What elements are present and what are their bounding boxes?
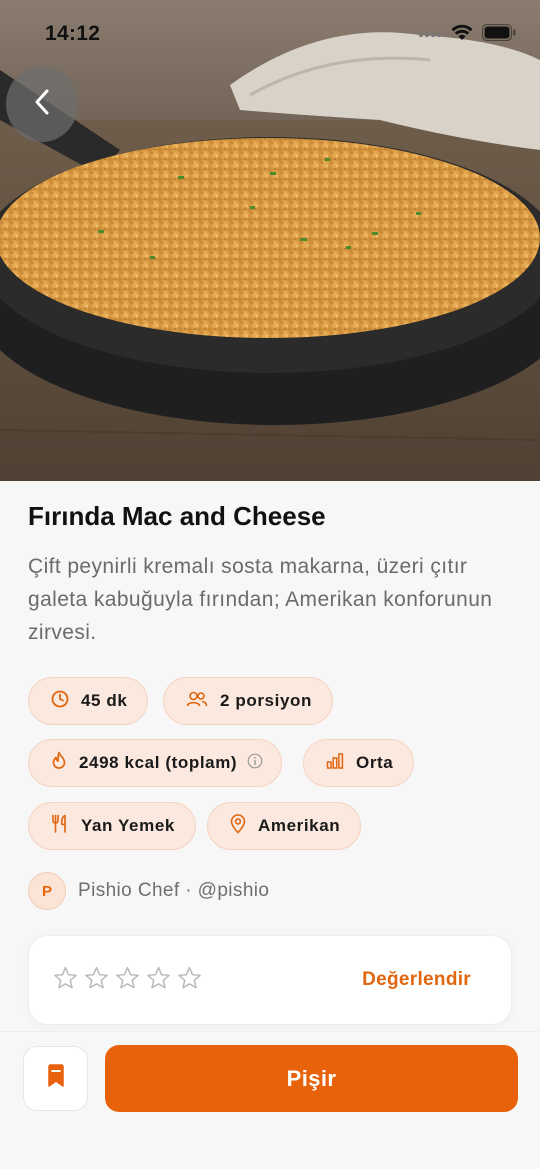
star-icon[interactable] [53, 966, 78, 995]
star-rating[interactable] [53, 966, 202, 995]
flame-icon [51, 751, 67, 775]
signal-icon [418, 26, 442, 44]
fork-knife-icon [51, 814, 69, 838]
chip-calories: 2498 kcal (toplam) [28, 739, 283, 787]
rate-button[interactable]: Değerlendir [362, 969, 471, 991]
recipe-detail-screen: 14:12 Fırında Mac and Cheese Çift peynir… [0, 0, 540, 1169]
author-name: Pishio Chef · @pishio [78, 880, 270, 901]
info-icon[interactable] [247, 753, 263, 774]
chip-difficulty-label: Orta [356, 753, 394, 772]
star-icon[interactable] [115, 966, 140, 995]
chip-time: 45 dk [28, 677, 149, 725]
bookmark-icon [47, 1064, 65, 1093]
star-icon[interactable] [177, 966, 202, 995]
star-icon[interactable] [84, 966, 109, 995]
chevron-left-icon [33, 88, 51, 121]
bar-chart-icon [326, 752, 344, 774]
status-bar: 14:12 [0, 0, 540, 68]
chip-category-label: Yan Yemek [81, 816, 175, 835]
chip-difficulty: Orta [303, 739, 415, 787]
mac-and-cheese-photo [0, 0, 540, 481]
chip-cuisine-label: Amerikan [258, 816, 341, 835]
back-button[interactable] [6, 66, 78, 142]
recipe-content: Fırında Mac and Cheese Çift peynirli kre… [0, 481, 540, 1031]
chip-time-label: 45 dk [81, 691, 128, 710]
status-icons [418, 23, 516, 46]
recipe-hero-image [0, 0, 540, 481]
chip-calories-label: 2498 kcal (toplam) [79, 753, 238, 772]
map-pin-icon [230, 813, 246, 839]
battery-icon [481, 23, 516, 46]
chip-cuisine: Amerikan [207, 802, 362, 850]
wifi-icon [451, 24, 473, 46]
avatar: P [28, 872, 66, 910]
author-row[interactable]: P Pishio Chef · @pishio [28, 872, 269, 910]
status-time: 14:12 [45, 22, 101, 45]
cook-button[interactable]: Pişir [105, 1045, 518, 1112]
bookmark-button[interactable] [23, 1046, 88, 1111]
users-icon [186, 691, 208, 712]
bottom-action-bar: Pişir [0, 1031, 540, 1169]
recipe-description: Çift peynirli kremalı sosta makarna, üze… [28, 555, 493, 644]
chip-servings: 2 porsiyon [163, 677, 333, 725]
clock-icon [51, 690, 69, 713]
recipe-title: Fırında Mac and Cheese [28, 501, 326, 531]
chip-category: Yan Yemek [28, 802, 196, 850]
chip-servings-label: 2 porsiyon [220, 691, 312, 710]
rating-card: Değerlendir [28, 935, 512, 1025]
star-icon[interactable] [146, 966, 171, 995]
